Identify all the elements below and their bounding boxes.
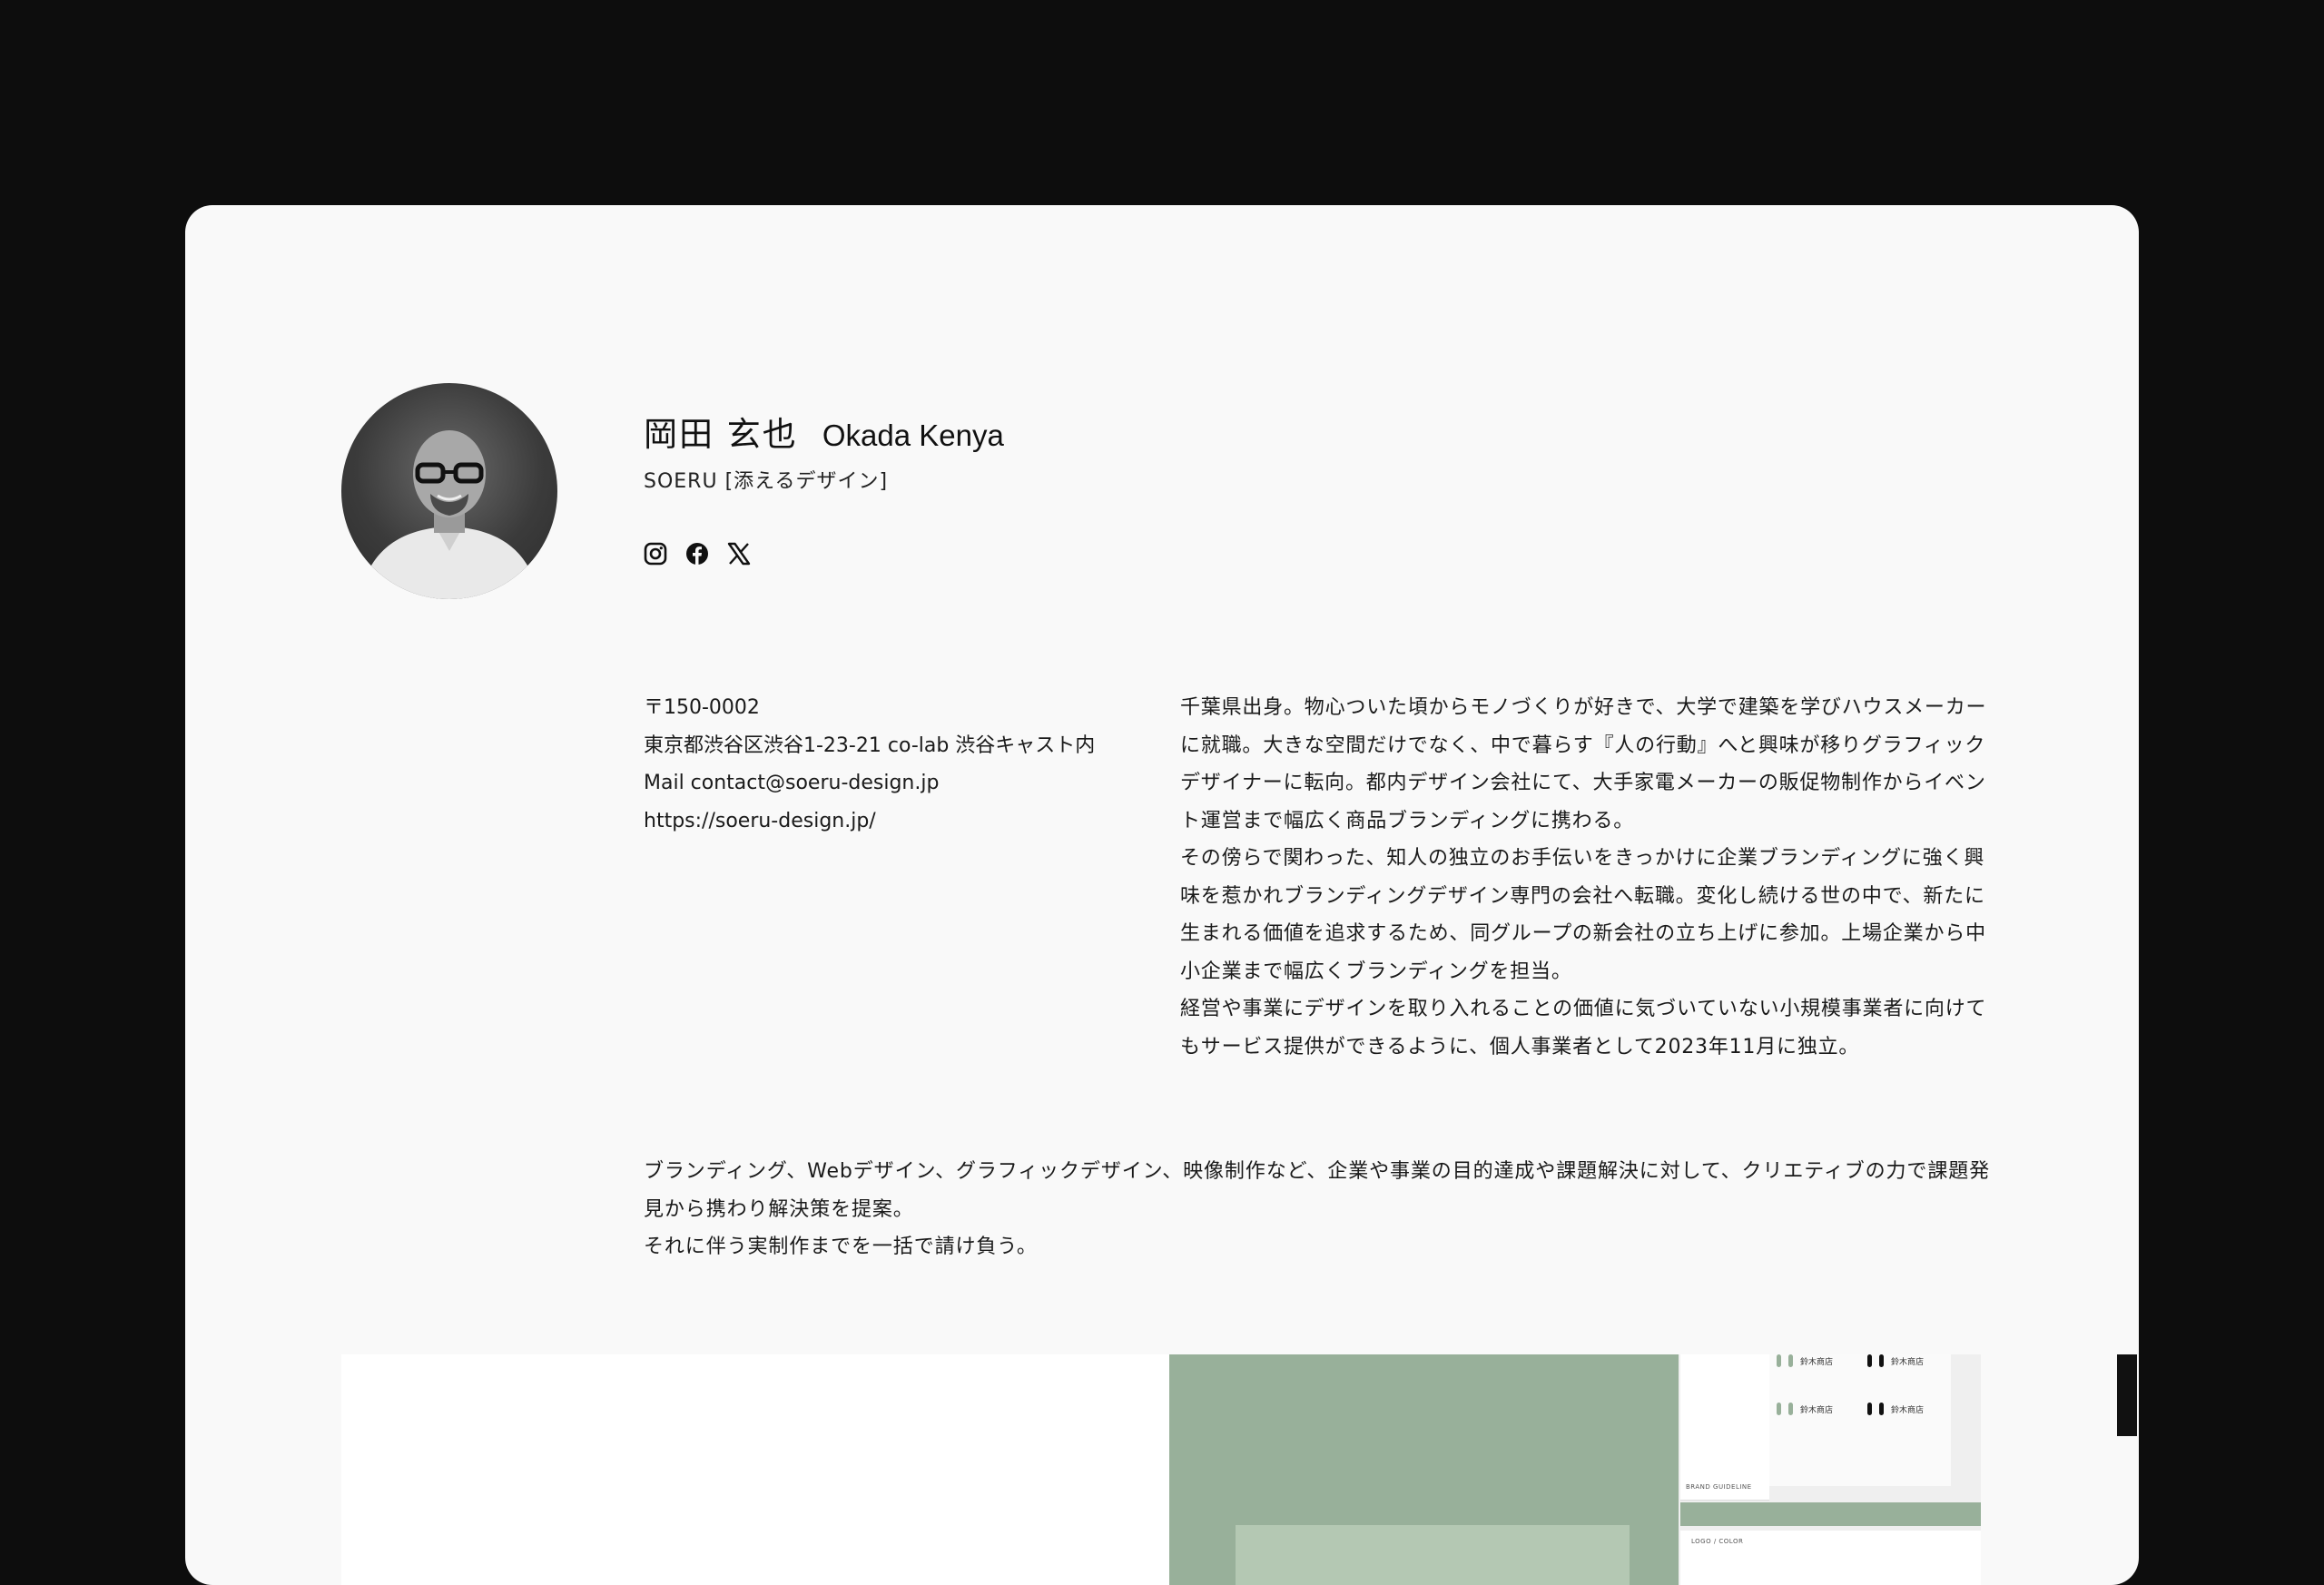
logo-text: 鈴木商店 xyxy=(1800,1405,1834,1415)
mail[interactable]: Mail contact@soeru-design.jp xyxy=(644,764,1095,802)
instagram-icon[interactable] xyxy=(643,541,668,566)
logo-grid: 鈴木商店 鈴木商店 鈴木商店 鈴木商店 xyxy=(1769,1354,1951,1486)
logo-sample-black: 鈴木商店 xyxy=(1867,1403,1924,1415)
showcase-white-panel xyxy=(341,1354,1169,1585)
portfolio-showcase: BRAND GUIDELINE 鈴木商店 鈴木商店 鈴木商店 鈴木商店 LOGO… xyxy=(341,1354,2137,1585)
logo-sample-black: 鈴木商店 xyxy=(1867,1354,1924,1367)
logo-text: 鈴木商店 xyxy=(1891,1405,1925,1415)
bio-paragraph: その傍らで関わった、知人の独立のお手伝いをきっかけに企業ブランディングに強く興味… xyxy=(1180,847,1986,983)
name-row: 岡田 玄也 Okada Kenya xyxy=(644,407,1004,456)
board-green-band xyxy=(1680,1502,1981,1526)
address: 東京都渋谷区渋谷1-23-21 co-lab 渋谷キャスト内 xyxy=(644,733,1096,757)
profile-card: 岡田 玄也 Okada Kenya SOERU [添えるデザイン] 〒150-0… xyxy=(185,205,2139,1585)
board-black-strip xyxy=(2117,1354,2137,1436)
services-paragraph: ブランディング、Webデザイン、グラフィックデザイン、映像制作など、企業や事業の… xyxy=(644,1160,1991,1221)
biography: 千葉県出身。物心ついた頃からモノづくりが好きで、大学で建築を学びハウスメーカーに… xyxy=(1180,689,1991,1066)
logo-text: 鈴木商店 xyxy=(1800,1357,1834,1367)
x-icon[interactable] xyxy=(726,541,752,566)
website-link[interactable]: https://soeru-design.jp/ xyxy=(644,802,1095,841)
bio-paragraph: 千葉県出身。物心ついた頃からモノづくりが好きで、大学で建築を学びハウスメーカーに… xyxy=(1180,696,1987,832)
contact-info: 〒150-0002 東京都渋谷区渋谷1-23-21 co-lab 渋谷キャスト内… xyxy=(644,689,1095,840)
board-bottom-caption: LOGO / COLOR xyxy=(1691,1538,1744,1545)
services-paragraph: それに伴う実制作までを一括で請け負う。 xyxy=(644,1236,1038,1258)
logo-text: 鈴木商店 xyxy=(1891,1357,1925,1367)
postal-code: 〒150-0002 xyxy=(644,696,760,719)
board-bottom-panel: LOGO / COLOR xyxy=(1680,1531,1981,1585)
showcase-green-inner-block xyxy=(1236,1525,1630,1585)
social-links xyxy=(643,541,752,566)
portrait-image xyxy=(359,430,539,599)
bio-paragraph: 経営や事業にデザインを取り入れることの価値に気づいていない小規模事業者に向けても… xyxy=(1180,998,1987,1058)
board-caption: BRAND GUIDELINE xyxy=(1686,1483,1752,1491)
board-side-panel: BRAND GUIDELINE xyxy=(1680,1354,1769,1501)
company-name: SOERU [添えるデザイン] xyxy=(644,470,889,493)
logo-sample-green: 鈴木商店 xyxy=(1777,1403,1833,1415)
facebook-icon[interactable] xyxy=(684,541,710,566)
logo-sample-green: 鈴木商店 xyxy=(1777,1354,1833,1367)
name-japanese: 岡田 玄也 xyxy=(644,415,798,454)
avatar xyxy=(341,383,557,599)
services-description: ブランディング、Webデザイン、グラフィックデザイン、映像制作など、企業や事業の… xyxy=(644,1153,1996,1266)
name-english: Okada Kenya xyxy=(822,418,1004,452)
